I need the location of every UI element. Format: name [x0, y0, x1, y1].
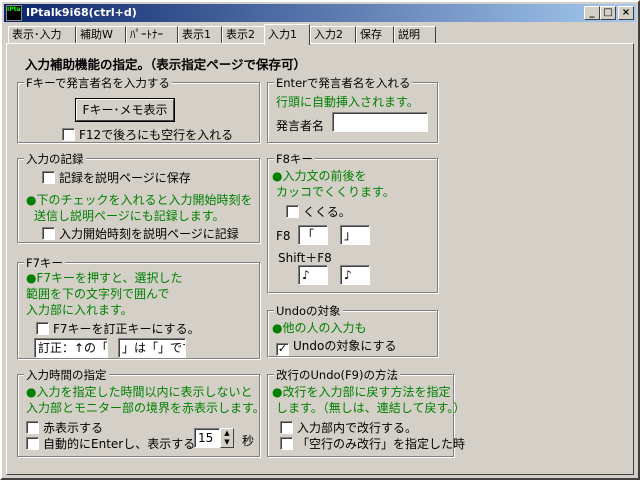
- group-f8-legend: F8キー: [274, 151, 315, 167]
- shift-f8-close-input[interactable]: ♪: [340, 265, 370, 285]
- newline-in-input-box[interactable]: [280, 421, 293, 434]
- f12-blank-line-box[interactable]: [62, 128, 75, 141]
- red-display-checkbox[interactable]: 赤表示する: [26, 419, 103, 436]
- shift-f8-label: Shift＋F8: [278, 251, 332, 265]
- undo-target-label: Undoの対象にする: [293, 339, 397, 353]
- f7-prefix-input[interactable]: 訂正：↑の「: [34, 338, 108, 358]
- f8-wrap-checkbox[interactable]: くくる。: [286, 203, 351, 220]
- group-input-time: 入力時間の指定 ●入力を指定した時間以内に表示しないと 入力部とモニター部の境界…: [17, 367, 265, 458]
- newline-undo-note-line2: します。（無しは、連結して戻す。）: [276, 401, 466, 415]
- group-undo-legend: Undoの対象: [274, 303, 343, 319]
- group-undo: Undoの対象 ●他の人の入力も ✓ Undoの対象にする: [267, 303, 439, 358]
- tab-save[interactable]: 保存: [356, 26, 394, 44]
- speaker-name-input[interactable]: [332, 112, 428, 132]
- undo-target-checkbox[interactable]: ✓ Undoの対象にする: [276, 337, 396, 356]
- tab-input2[interactable]: 入力2: [310, 26, 356, 44]
- tab-partner[interactable]: ﾊﾟｰﾄﾅｰ: [126, 26, 178, 44]
- f12-blank-line-checkbox[interactable]: F12で後ろにも空行を入れる: [62, 126, 233, 143]
- enter-note: 行頭に自動挿入されます。: [276, 95, 419, 109]
- main-window: IPtalk IPtalk9i68(ctrl+d) _ □ × 表示･入力 補助…: [0, 0, 640, 480]
- record-save-box[interactable]: [42, 171, 55, 184]
- group-fkey-legend: Fキーで発言者名を入力する: [24, 75, 172, 91]
- record-time-label: 入力開始時刻を説明ページに記録: [59, 227, 239, 241]
- tab-display1[interactable]: 表示1: [178, 26, 222, 44]
- tab-aux-w[interactable]: 補助W: [76, 26, 126, 44]
- record-time-box[interactable]: [42, 227, 55, 240]
- record-note-line2: 送信し説明ページにも記録します。: [34, 209, 225, 223]
- app-icon: IPtalk: [6, 5, 22, 21]
- record-save-label: 記録を説明ページに保存: [59, 171, 191, 185]
- record-time-checkbox[interactable]: 入力開始時刻を説明ページに記録: [42, 225, 239, 242]
- group-record-legend: 入力の記録: [24, 151, 86, 167]
- shift-f8-open-input[interactable]: ♪: [298, 265, 328, 285]
- group-enter: Enterで発言者名を入れる 行頭に自動挿入されます。 発言者名: [267, 75, 439, 144]
- f7-correction-box[interactable]: [36, 322, 49, 335]
- auto-enter-checkbox[interactable]: 自動的にEnterし、表示する: [26, 435, 195, 452]
- red-display-label: 赤表示する: [43, 421, 104, 435]
- fkey-memo-button[interactable]: Fキー･メモ表示: [76, 99, 174, 121]
- red-display-box[interactable]: [26, 421, 39, 434]
- group-fkey: Fキーで発言者名を入力する Fキー･メモ表示 F12で後ろにも空行を入れる: [17, 75, 261, 144]
- f7-note-line1: ●F7キーを押すと、選択した: [26, 271, 183, 285]
- page-heading: 入力補助機能の指定。（表示指定ページで保存可）: [25, 57, 307, 72]
- tab-page-input1: 入力補助機能の指定。（表示指定ページで保存可） Fキーで発言者名を入力する Fキ…: [6, 43, 634, 475]
- window-title: IPtalk9i68(ctrl+d): [26, 6, 137, 19]
- group-record: 入力の記録 記録を説明ページに保存 ●下のチェックを入れると入力開始時刻を 送信…: [17, 151, 261, 244]
- newline-in-input-checkbox[interactable]: 入力部内で改行する。: [280, 419, 417, 436]
- tab-strip: 表示･入力 補助W ﾊﾟｰﾄﾅｰ 表示1 表示2 入力1 入力2 保存 説明: [6, 24, 636, 45]
- tab-display2[interactable]: 表示2: [222, 26, 266, 44]
- speaker-name-label: 発言者名: [276, 119, 325, 133]
- seconds-unit: 秒: [242, 434, 255, 448]
- f8-wrap-box[interactable]: [286, 205, 299, 218]
- maximize-button[interactable]: □: [600, 6, 616, 20]
- seconds-spinner[interactable]: ▲ ▼: [220, 428, 234, 448]
- group-f8: F8キー ●入力文の前後を カッコでくくります。 くくる。 F8 「 」 Shi…: [267, 151, 439, 294]
- tab-help[interactable]: 説明: [394, 26, 436, 44]
- f7-suffix-input[interactable]: 」は「」です。: [118, 338, 186, 358]
- input-time-note-line2: 入力部とモニター部の境界を赤表示します。: [26, 401, 265, 415]
- group-f7: F7キー ●F7キーを押すと、選択した 範囲を下の文字列で囲んで 入力部に入れま…: [17, 255, 261, 360]
- f7-correction-label: F7キーを訂正キーにする。: [53, 322, 200, 336]
- newline-in-input-label: 入力部内で改行する。: [297, 421, 418, 435]
- group-enter-legend: Enterで発言者名を入れる: [274, 75, 413, 91]
- auto-enter-label: 自動的にEnterし、表示する: [43, 437, 196, 451]
- tab-input1[interactable]: 入力1: [264, 24, 310, 45]
- blank-line-only-label: 「空行のみ改行」を指定した時: [297, 437, 466, 451]
- f7-note-line2: 範囲を下の文字列で囲んで: [26, 287, 170, 301]
- record-save-checkbox[interactable]: 記録を説明ページに保存: [42, 169, 191, 186]
- input-time-note-line1: ●入力を指定した時間以内に表示しないと: [26, 385, 253, 399]
- blank-line-only-checkbox[interactable]: 「空行のみ改行」を指定した時: [280, 435, 465, 452]
- spin-down-icon[interactable]: ▼: [221, 438, 233, 447]
- auto-enter-box[interactable]: [26, 437, 39, 450]
- group-newline-undo-legend: 改行のUndo(F9)の方法: [274, 367, 400, 383]
- f8-note-line1: ●入力文の前後を: [272, 169, 367, 183]
- blank-line-only-box[interactable]: [280, 437, 293, 450]
- newline-undo-note-line1: ●改行を入力部に戻す方法を指定: [272, 385, 451, 399]
- close-button[interactable]: ×: [618, 6, 634, 20]
- f7-note-line3: 入力部に入れます。: [26, 303, 133, 317]
- minimize-button[interactable]: _: [584, 6, 600, 20]
- record-note-line1: ●下のチェックを入れると入力開始時刻を: [26, 193, 253, 207]
- f8-label: F8: [276, 229, 291, 243]
- f7-correction-checkbox[interactable]: F7キーを訂正キーにする。: [36, 320, 200, 337]
- spin-up-icon[interactable]: ▲: [221, 429, 233, 438]
- f8-wrap-label: くくる。: [303, 205, 351, 219]
- undo-note: ●他の人の入力も: [272, 321, 367, 335]
- f8-note-line2: カッコでくくります。: [276, 185, 395, 199]
- f12-blank-line-label: F12で後ろにも空行を入れる: [79, 128, 234, 142]
- title-bar[interactable]: IPtalk IPtalk9i68(ctrl+d) _ □ ×: [4, 4, 636, 22]
- f8-open-input[interactable]: 「: [298, 225, 328, 245]
- seconds-input[interactable]: 15: [194, 428, 220, 448]
- undo-target-box[interactable]: ✓: [276, 343, 289, 356]
- tab-display-input[interactable]: 表示･入力: [8, 26, 76, 44]
- f8-close-input[interactable]: 」: [340, 225, 370, 245]
- group-newline-undo: 改行のUndo(F9)の方法 ●改行を入力部に戻す方法を指定 します。（無しは、…: [267, 367, 465, 458]
- group-input-time-legend: 入力時間の指定: [24, 367, 109, 383]
